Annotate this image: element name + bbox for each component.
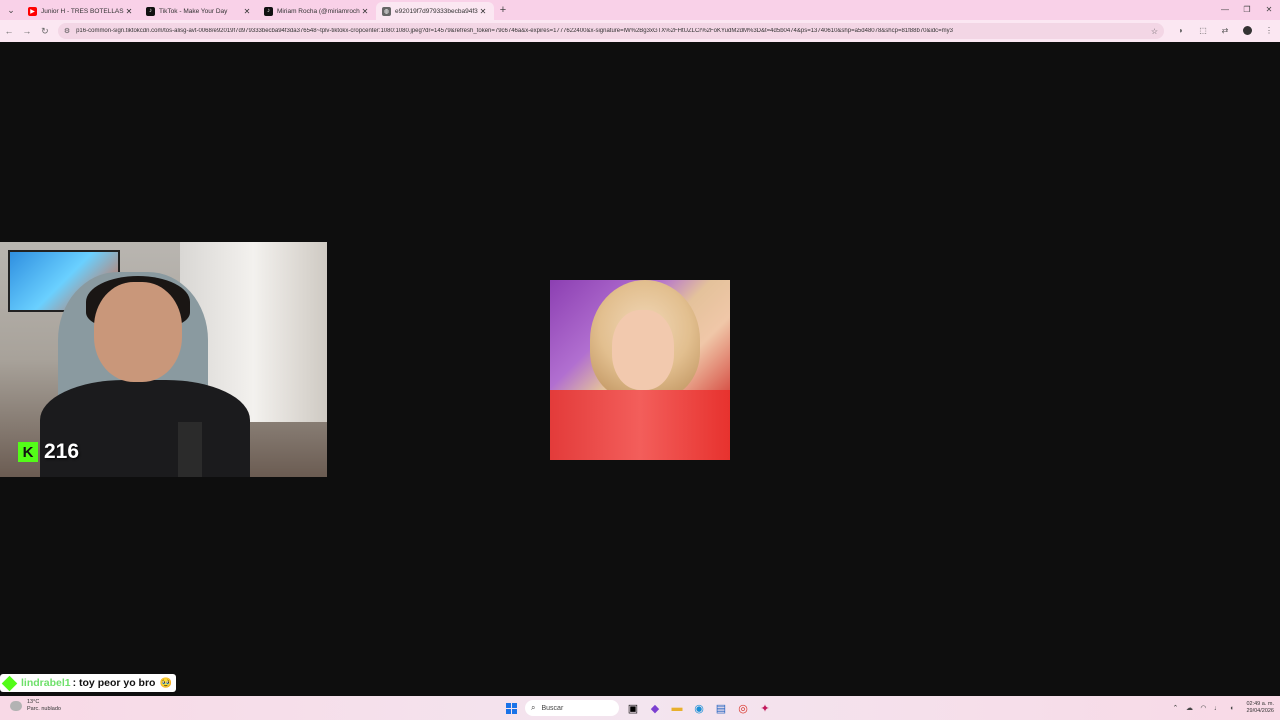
tab-search-button[interactable]: ⌄ bbox=[0, 0, 22, 20]
weather-widget[interactable]: 13°C Parc. nublado bbox=[10, 699, 61, 713]
cast-icon[interactable]: ⇄ bbox=[1214, 26, 1236, 37]
cloud-icon bbox=[10, 701, 22, 711]
viewer-count: 216 bbox=[44, 440, 80, 463]
search-icon: ⌕ bbox=[531, 703, 536, 712]
tab-title: e92019f7d979333becba94f3da bbox=[395, 7, 478, 15]
taskbar-apps: ⌕ Buscar ▣ ◆ ▬ ◉ ▤ ◎ ✦ bbox=[500, 698, 776, 718]
weather-desc: Parc. nublado bbox=[27, 706, 61, 712]
chat-username: lindrabel1 bbox=[21, 677, 71, 689]
task-view-icon[interactable]: ▣ bbox=[622, 698, 644, 718]
extensions-icon[interactable]: ⬚ bbox=[1192, 26, 1214, 37]
microphone-icon[interactable]: ♩ bbox=[1210, 705, 1224, 712]
bookmark-star-icon[interactable]: ☆ bbox=[1151, 27, 1158, 36]
viewer-count-badge: K 216 bbox=[18, 440, 79, 464]
kick-badge-icon bbox=[1, 675, 18, 691]
wifi-icon[interactable]: ◠ bbox=[1196, 704, 1210, 712]
clock-time: 02:49 a. m. bbox=[1246, 701, 1274, 707]
windows-icon bbox=[505, 702, 517, 714]
forward-icon[interactable]: → bbox=[18, 26, 36, 36]
url-text: p16-common-sign.tiktokcdn.com/tos-alisg-… bbox=[76, 28, 954, 34]
tab-title: Miriam Rocha (@miriamrochal bbox=[277, 7, 360, 15]
kick-logo-icon: K bbox=[18, 442, 38, 462]
file-explorer-icon[interactable]: ▬ bbox=[666, 698, 688, 718]
widgets-icon[interactable]: ◆ bbox=[644, 698, 666, 718]
close-window-icon[interactable]: ✕ bbox=[1258, 0, 1280, 20]
edge-icon[interactable]: ◉ bbox=[688, 698, 710, 718]
weather-temp: 13°C bbox=[27, 699, 40, 705]
system-tray: ⌃ ☁ ◠ ♩ ◖ 02:49 a. m. 29/04/2026 bbox=[1168, 698, 1274, 718]
close-icon[interactable]: ✕ bbox=[242, 7, 252, 16]
taskbar-search[interactable]: ⌕ Buscar bbox=[525, 700, 619, 716]
search-placeholder: Buscar bbox=[541, 704, 564, 712]
tiktok-icon: ♪ bbox=[264, 6, 273, 16]
chrome-icon[interactable]: ◎ bbox=[732, 698, 754, 718]
chat-message: lindrabel1 : toy peor yo bro 🥹 bbox=[0, 674, 176, 692]
chat-text: : toy peor yo bro bbox=[72, 677, 156, 689]
window-controls: — ❐ ✕ bbox=[1214, 0, 1280, 20]
page-content: K 216 lindrabel1 : toy peor yo bro 🥹 bbox=[0, 42, 1280, 696]
start-button[interactable] bbox=[500, 698, 522, 718]
tab-title: TikTok - Make Your Day bbox=[159, 7, 228, 15]
network-icon[interactable]: ☁ bbox=[1182, 704, 1196, 712]
globe-icon: ◍ bbox=[382, 6, 391, 16]
webcam-overlay: K 216 bbox=[0, 242, 327, 477]
tab-2[interactable]: ♪ Miriam Rocha (@miriamrochal ✕ bbox=[258, 2, 376, 20]
store-icon[interactable]: ▤ bbox=[710, 698, 732, 718]
app-icon[interactable]: ✦ bbox=[754, 698, 776, 718]
address-bar[interactable]: ⚙ p16-common-sign.tiktokcdn.com/tos-alis… bbox=[57, 23, 1164, 39]
volume-icon[interactable]: ◖ bbox=[1224, 705, 1238, 712]
clock[interactable]: 02:49 a. m. 29/04/2026 bbox=[1246, 701, 1274, 715]
taskbar: 13°C Parc. nublado ⌕ Buscar ▣ ◆ ▬ ◉ ▤ ◎ … bbox=[0, 696, 1280, 720]
chevron-up-icon[interactable]: ⌃ bbox=[1168, 704, 1182, 712]
clock-date: 29/04/2026 bbox=[1246, 708, 1274, 714]
read-aloud-icon[interactable]: ◗ bbox=[1170, 26, 1192, 37]
browser-toolbar: ← → ↻ ⚙ p16-common-sign.tiktokcdn.com/to… bbox=[0, 20, 1280, 42]
tab-0[interactable]: ▶ Junior H - TRES BOTELLAS [Offi ✕ bbox=[22, 2, 140, 20]
back-icon[interactable]: ← bbox=[0, 26, 18, 36]
reload-icon[interactable]: ↻ bbox=[36, 26, 54, 37]
minimize-icon[interactable]: — bbox=[1214, 0, 1236, 20]
close-icon[interactable]: ✕ bbox=[124, 7, 134, 16]
new-tab-button[interactable]: + bbox=[494, 4, 512, 16]
chat-emoji: 🥹 bbox=[159, 677, 172, 689]
restore-icon[interactable]: ❐ bbox=[1236, 0, 1258, 20]
tab-3[interactable]: ◍ e92019f7d979333becba94f3da ✕ bbox=[376, 2, 494, 20]
tab-1[interactable]: ♪ TikTok - Make Your Day ✕ bbox=[140, 2, 258, 20]
profile-image bbox=[550, 280, 730, 460]
site-info-icon[interactable]: ⚙ bbox=[64, 27, 70, 35]
menu-icon[interactable]: ⋮ bbox=[1258, 26, 1280, 37]
youtube-icon: ▶ bbox=[28, 6, 37, 16]
tab-title: Junior H - TRES BOTELLAS [Offi bbox=[41, 7, 124, 15]
profile-icon[interactable] bbox=[1236, 25, 1258, 37]
close-icon[interactable]: ✕ bbox=[478, 7, 488, 16]
close-icon[interactable]: ✕ bbox=[360, 7, 370, 16]
tiktok-icon: ♪ bbox=[146, 6, 155, 16]
tab-strip: ⌄ ▶ Junior H - TRES BOTELLAS [Offi ✕ ♪ T… bbox=[0, 0, 1280, 20]
